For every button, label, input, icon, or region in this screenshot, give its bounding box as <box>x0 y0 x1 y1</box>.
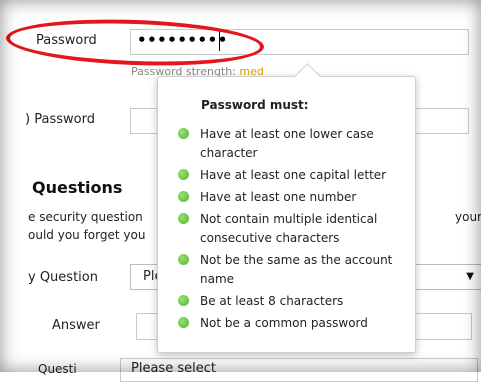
section-description-line-1: e security question <box>28 210 143 224</box>
password-rule: Not be a common password <box>178 314 410 333</box>
password-rule-text: Not contain multiple identical consecuti… <box>200 212 378 245</box>
next-question-select[interactable]: Please select <box>120 358 478 382</box>
password-rule-text: Not be the same as the account name <box>200 253 393 286</box>
password-rule-text: Be at least 8 characters <box>200 294 344 308</box>
check-dot-icon <box>178 128 189 139</box>
check-dot-icon <box>178 213 189 224</box>
popup-pointer <box>294 63 321 90</box>
answer-label: Answer <box>52 318 100 333</box>
security-question-label: y Question <box>28 270 98 285</box>
section-title: Questions <box>32 178 123 197</box>
section-description: e security question ould you forget you <box>28 208 145 244</box>
password-rule-text: Have at least one lower case character <box>200 127 374 160</box>
check-dot-icon <box>178 254 189 265</box>
password-rule: Not contain multiple identical consecuti… <box>178 210 410 248</box>
check-dot-icon <box>178 317 189 328</box>
password-requirements-popup: Password must: Have at least one lower c… <box>157 63 416 353</box>
check-dot-icon <box>178 169 189 180</box>
password-rule: Be at least 8 characters <box>178 292 410 311</box>
password-rules-list: Have at least one lower case character H… <box>178 125 410 336</box>
section-description-tail: your <box>455 210 481 224</box>
annotation-oval <box>5 15 265 70</box>
popup-title: Password must: <box>201 98 309 112</box>
next-question-value: Please select <box>131 361 216 376</box>
password-rule: Have at least one lower case character <box>178 125 410 163</box>
confirm-password-label: ) Password <box>25 112 95 127</box>
section-description-line-2: ould you forget you <box>28 228 146 242</box>
password-rule: Have at least one capital letter <box>178 166 410 185</box>
password-rule-text: Not be a common password <box>200 316 368 330</box>
password-rule-text: Have at least one capital letter <box>200 168 387 182</box>
check-dot-icon <box>178 295 189 306</box>
password-rule-text: Have at least one number <box>200 190 357 204</box>
check-dot-icon <box>178 191 189 202</box>
password-rule: Have at least one number <box>178 188 410 207</box>
chevron-down-icon: ▼ <box>466 271 474 282</box>
password-rule: Not be the same as the account name <box>178 251 410 289</box>
confirm-password-label-text: Password <box>34 112 95 127</box>
next-question-label: Questi <box>38 362 77 376</box>
